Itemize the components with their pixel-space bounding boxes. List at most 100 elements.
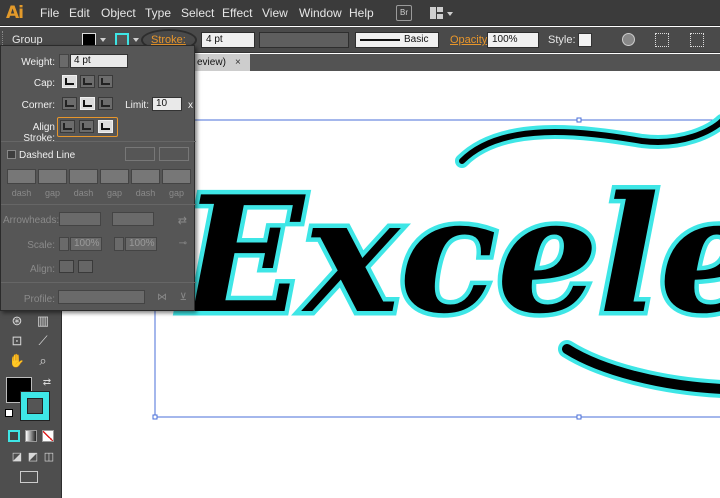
preserve-dashes-button[interactable] xyxy=(125,147,155,161)
dash-field[interactable] xyxy=(131,169,160,184)
artwork-text: Excele xyxy=(178,161,720,349)
color-mode-icon[interactable] xyxy=(8,430,20,442)
end-arrowhead-select[interactable] xyxy=(112,212,154,226)
selection-handle xyxy=(576,414,582,420)
gap-field[interactable] xyxy=(100,169,129,184)
align-inside-button[interactable] xyxy=(79,120,94,133)
swap-colors-icon[interactable]: ⇄ xyxy=(38,375,56,391)
projecting-cap-button[interactable] xyxy=(98,75,113,88)
profile-select[interactable] xyxy=(58,290,145,304)
menu-object[interactable]: Object xyxy=(101,6,136,20)
stroke-color-box[interactable] xyxy=(20,391,50,421)
default-colors-icon[interactable] xyxy=(5,409,13,417)
transform-icon[interactable] xyxy=(690,33,704,47)
dashed-line-checkbox[interactable] xyxy=(7,150,16,159)
artboard-icon[interactable]: ⊡ xyxy=(8,333,26,349)
none-mode-icon[interactable] xyxy=(42,430,54,442)
gap-field[interactable] xyxy=(162,169,191,184)
recolor-artwork-icon[interactable] xyxy=(622,33,635,46)
round-cap-button[interactable] xyxy=(80,75,95,88)
scale-start-field[interactable]: 100% xyxy=(70,237,102,251)
zoom-icon[interactable]: ⌕ xyxy=(34,353,52,369)
hand-icon[interactable]: ✋ xyxy=(8,353,26,369)
opacity-field[interactable]: 100% xyxy=(487,32,539,48)
stroke-color-inner xyxy=(27,398,43,414)
arrow-tip-beyond-button[interactable] xyxy=(59,260,74,273)
gradient-mode-icon[interactable] xyxy=(25,430,37,442)
menu-effect[interactable]: Effect xyxy=(222,6,252,20)
gap-label: gap xyxy=(44,188,61,198)
corner-label: Corner: xyxy=(21,100,55,111)
start-arrowhead-select[interactable] xyxy=(59,212,101,226)
flip-across-icon[interactable]: ⊻ xyxy=(173,292,187,303)
dashed-line-label: Dashed Line xyxy=(19,150,76,161)
bevel-join-button[interactable] xyxy=(98,97,113,110)
draw-inside-icon[interactable]: ◫ xyxy=(40,449,58,465)
align-center-button[interactable] xyxy=(60,120,75,133)
stroke-weight-field[interactable]: 4 pt xyxy=(201,32,255,48)
bridge-icon[interactable]: Br xyxy=(396,5,412,21)
menu-file[interactable]: File xyxy=(40,6,59,20)
weight-field[interactable]: 4 pt xyxy=(70,54,128,68)
align-outside-button[interactable] xyxy=(98,120,113,133)
tools-panel: ⊛ ▥ ⊡ ⟋ ✋ ⌕ ⇄ ◪ ◩ ◫ xyxy=(0,311,62,498)
brush-stroke-preview xyxy=(360,39,400,41)
align-dashes-button[interactable] xyxy=(159,147,189,161)
menu-help[interactable]: Help xyxy=(349,6,374,20)
swap-arrowheads-icon[interactable]: ⇄ xyxy=(173,214,187,227)
dash-label: dash xyxy=(135,188,156,198)
chevron-down-icon[interactable] xyxy=(133,38,139,42)
graphic-style-swatch[interactable] xyxy=(578,33,592,47)
limit-unit: x xyxy=(188,100,193,111)
close-icon[interactable]: × xyxy=(235,54,241,71)
weight-stepper[interactable] xyxy=(59,54,69,68)
selection-handle xyxy=(152,414,158,420)
document-tab[interactable]: eview) × xyxy=(195,54,250,71)
dash-field[interactable] xyxy=(7,169,36,184)
dash-field[interactable] xyxy=(69,169,98,184)
weight-label: Weight: xyxy=(21,57,55,68)
symbol-sprayer-icon[interactable]: ⊛ xyxy=(8,313,26,329)
arrow-tip-at-end-button[interactable] xyxy=(78,260,93,273)
menu-view[interactable]: View xyxy=(262,6,288,20)
gap-field[interactable] xyxy=(38,169,67,184)
miter-join-button[interactable] xyxy=(62,97,77,110)
menu-select[interactable]: Select xyxy=(181,6,214,20)
round-join-button[interactable] xyxy=(80,97,95,110)
arrange-documents-icon[interactable] xyxy=(430,5,454,21)
cap-label: Cap: xyxy=(33,78,55,89)
arrowheads-label: Arrowheads: xyxy=(3,215,60,226)
flip-along-icon[interactable]: ⋈ xyxy=(153,292,167,303)
opacity-link[interactable]: Opacity: xyxy=(450,34,490,46)
screen-mode-icon[interactable] xyxy=(20,471,38,483)
slice-icon[interactable]: ⟋ xyxy=(34,333,52,349)
menu-type[interactable]: Type xyxy=(145,6,171,20)
scale-end-stepper[interactable] xyxy=(114,237,124,251)
align-icon[interactable] xyxy=(655,33,669,47)
align-arrows-label: Align: xyxy=(29,264,55,275)
divider xyxy=(1,282,196,283)
document-tab-title: eview) xyxy=(197,57,226,68)
menu-window[interactable]: Window xyxy=(299,6,342,20)
dash-label: dash xyxy=(11,188,32,198)
butt-cap-button[interactable] xyxy=(62,75,77,88)
brush-definition[interactable]: Basic xyxy=(355,32,439,48)
document-tab-bar xyxy=(195,54,720,71)
divider xyxy=(1,141,196,142)
divider xyxy=(1,204,196,205)
scale-end-field[interactable]: 100% xyxy=(125,237,157,251)
stroke-panel: Weight: 4 pt Cap: Corner: Limit: 10 x Al… xyxy=(0,45,196,311)
menu-edit[interactable]: Edit xyxy=(69,6,90,20)
brush-name: Basic xyxy=(404,34,429,45)
selection-handle xyxy=(576,117,582,123)
column-graph-icon[interactable]: ▥ xyxy=(34,313,52,329)
variable-width-profile[interactable] xyxy=(259,32,349,48)
profile-label: Profile: xyxy=(23,294,55,305)
menu-bar: Ai File Edit Object Type Select Effect V… xyxy=(0,0,720,26)
gap-label: gap xyxy=(168,188,185,198)
link-scale-icon[interactable]: ⊸ xyxy=(173,238,187,249)
app-logo: Ai xyxy=(6,3,24,23)
scale-start-stepper[interactable] xyxy=(59,237,69,251)
limit-field[interactable]: 10 xyxy=(152,97,182,111)
chevron-down-icon[interactable] xyxy=(100,38,106,42)
